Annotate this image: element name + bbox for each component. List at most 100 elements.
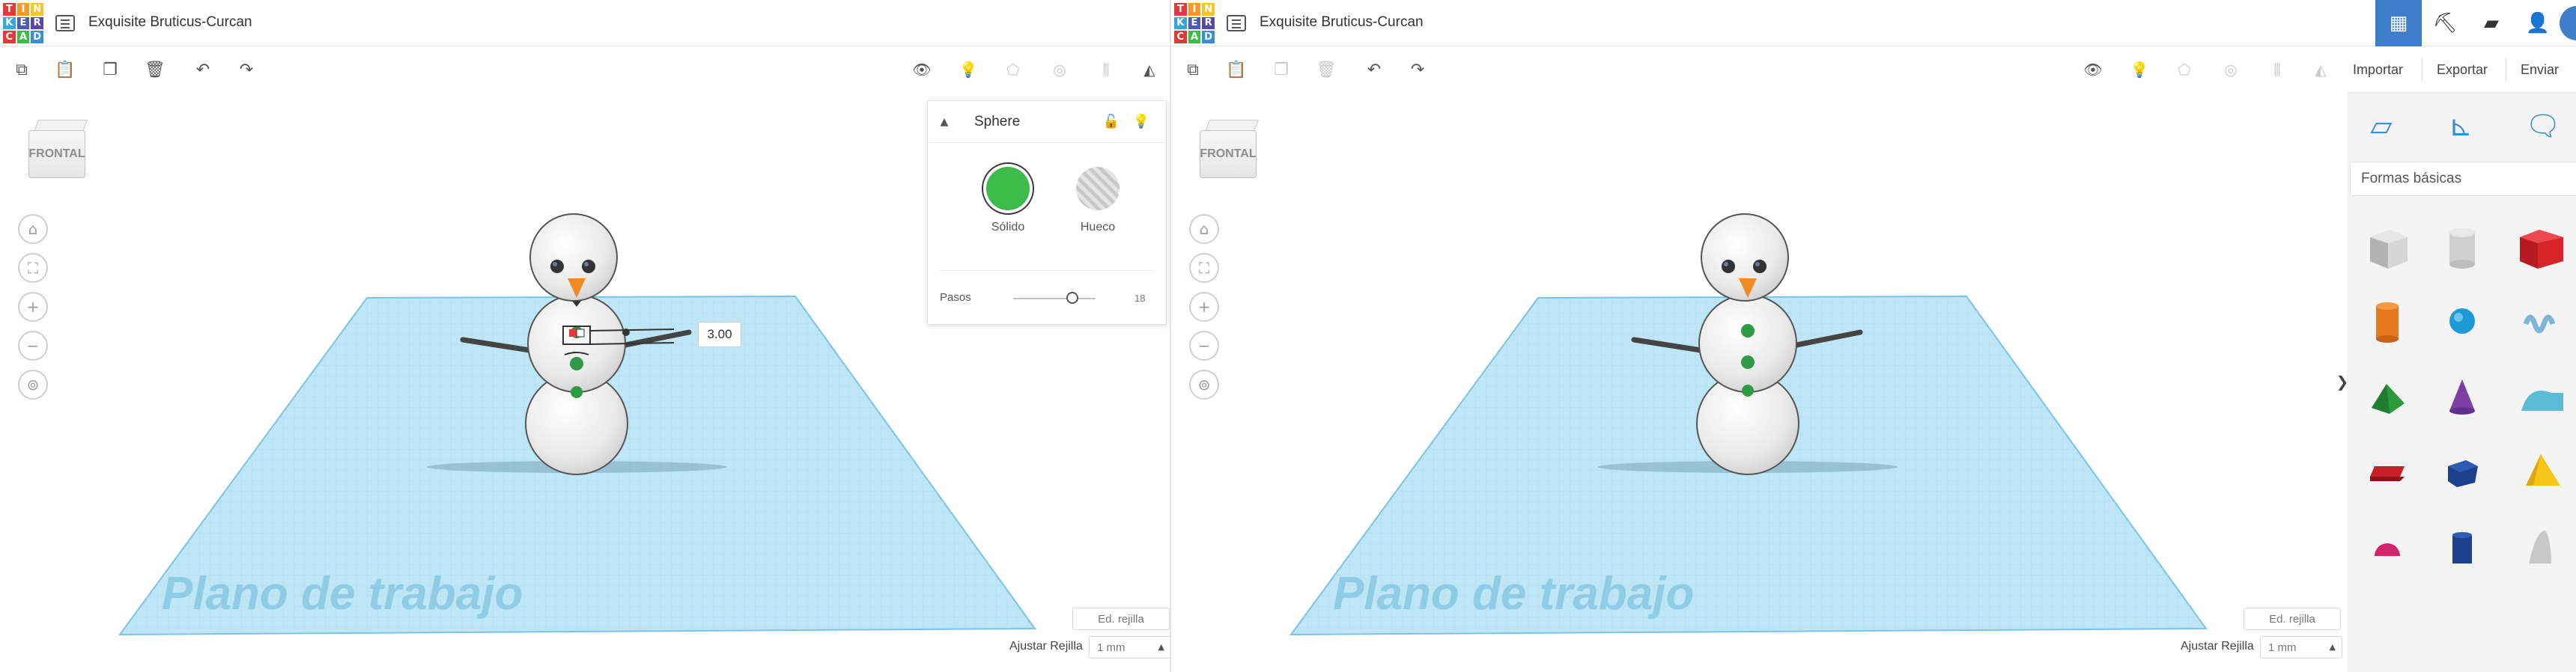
design-list-icon[interactable] bbox=[1227, 15, 1246, 31]
paste-icon[interactable]: 📋 bbox=[1224, 57, 1249, 82]
shape-half-sphere[interactable] bbox=[2350, 507, 2425, 582]
hole-swatch[interactable] bbox=[1076, 167, 1120, 210]
left-eye[interactable] bbox=[550, 260, 564, 273]
shape-round-roof[interactable] bbox=[2500, 358, 2575, 433]
right-eye-highlight bbox=[1755, 262, 1760, 266]
solid-color-swatch[interactable] bbox=[986, 167, 1030, 210]
shape-cylinder[interactable] bbox=[2350, 283, 2425, 358]
duplicate-icon[interactable]: ❐ bbox=[97, 57, 123, 82]
lock-icon[interactable]: 🔓 bbox=[1102, 112, 1121, 131]
import-button[interactable]: Importar bbox=[2353, 57, 2403, 82]
view-cube-front[interactable]: FRONTAL bbox=[28, 130, 85, 178]
collapse-arrow-icon[interactable]: ▲ bbox=[935, 113, 953, 131]
snap-grid-select[interactable]: 1 mm ▲ bbox=[2260, 636, 2342, 659]
shape-library-select[interactable]: Formas básicas bbox=[2350, 162, 2576, 196]
copy-icon[interactable]: ⧉ bbox=[9, 57, 34, 82]
shape-polygon[interactable] bbox=[2425, 433, 2500, 507]
shape-text[interactable] bbox=[2350, 433, 2425, 507]
home-view-icon[interactable]: ⌂ bbox=[18, 214, 48, 244]
fit-view-icon[interactable]: ⛶ bbox=[1189, 253, 1219, 283]
view-cube[interactable]: FRONTAL bbox=[1200, 120, 1260, 189]
user-avatar[interactable] bbox=[2560, 6, 2576, 40]
workplane-scene[interactable]: Plano de trabajo bbox=[1171, 93, 2347, 672]
caret-up-icon: ▲ bbox=[1158, 642, 1164, 652]
logo-letter: D bbox=[31, 31, 43, 43]
workplane-area[interactable]: Plano de trabajo FRONTAL ⌂ ⛶ + − ⊚ Ed. r… bbox=[1171, 93, 2345, 672]
zoom-out-icon[interactable]: − bbox=[18, 331, 48, 361]
shape-roof[interactable] bbox=[2350, 358, 2425, 433]
pickaxe-icon[interactable]: ⛏ bbox=[2422, 0, 2468, 46]
shape-scribble[interactable] bbox=[2500, 283, 2575, 358]
logo-letter: N bbox=[31, 3, 43, 16]
steps-value: 18 bbox=[1134, 293, 1146, 304]
light-bulb-icon[interactable]: 💡 bbox=[2127, 57, 2152, 82]
button-middle[interactable] bbox=[570, 357, 583, 370]
tinkercad-logo[interactable]: T I N K E R C A D bbox=[1174, 3, 1215, 43]
bricks-icon[interactable]: ▰ bbox=[2468, 0, 2515, 46]
redo-icon[interactable]: ↷ bbox=[1405, 57, 1430, 82]
3d-design-grid-icon[interactable]: ▦ bbox=[2375, 0, 2422, 46]
shape-name[interactable]: Sphere bbox=[974, 114, 1020, 130]
perspective-icon[interactable]: ⊚ bbox=[1189, 370, 1219, 400]
tinkercad-logo[interactable]: T I N K E R C A D bbox=[3, 3, 43, 43]
button-bottom[interactable] bbox=[1742, 385, 1754, 397]
steps-slider-knob[interactable] bbox=[1066, 292, 1079, 304]
edit-grid-button[interactable]: Ed. rejilla bbox=[1072, 608, 1170, 630]
left-eye[interactable] bbox=[1722, 260, 1735, 273]
workplane-tool-icon[interactable]: ▱ bbox=[2350, 102, 2413, 150]
snowman-middle-sphere[interactable] bbox=[1698, 294, 1797, 393]
button-middle[interactable] bbox=[1741, 355, 1755, 369]
shape-cone[interactable] bbox=[2425, 358, 2500, 433]
add-user-icon[interactable]: 👤 bbox=[2515, 0, 2561, 46]
right-eye[interactable] bbox=[1753, 260, 1767, 273]
shape-sphere[interactable] bbox=[2425, 283, 2500, 358]
hole-label: Hueco bbox=[1080, 221, 1116, 233]
show-hidden-icon[interactable]: 👁 bbox=[909, 57, 935, 82]
caret-up-icon: ▲ bbox=[2329, 642, 2336, 652]
perspective-icon[interactable]: ⊚ bbox=[18, 370, 48, 400]
ruler-tool-icon[interactable]: ⊾ bbox=[2429, 102, 2492, 150]
right-eye[interactable] bbox=[582, 260, 595, 273]
zoom-out-icon[interactable]: − bbox=[1189, 331, 1219, 361]
fit-view-icon[interactable]: ⛶ bbox=[18, 253, 48, 283]
send-button[interactable]: Enviar bbox=[2521, 57, 2559, 82]
shape-pyramid[interactable] bbox=[2500, 433, 2575, 507]
left-eye-highlight bbox=[1724, 262, 1728, 266]
steps-slider-track[interactable] bbox=[1013, 298, 1096, 299]
redo-icon[interactable]: ↷ bbox=[234, 57, 259, 82]
notes-tool-icon[interactable]: 🗨 bbox=[2512, 102, 2575, 150]
mirror-icon[interactable]: ◭ bbox=[1137, 57, 1162, 82]
show-hidden-icon[interactable]: 👁 bbox=[2080, 57, 2106, 82]
copy-icon[interactable]: ⧉ bbox=[1180, 57, 1206, 82]
shape-box-hole[interactable] bbox=[2350, 208, 2425, 283]
view-cube[interactable]: FRONTAL bbox=[28, 120, 88, 189]
button-bottom[interactable] bbox=[571, 386, 583, 398]
shape-hexagonal-prism[interactable] bbox=[2425, 507, 2500, 582]
export-button[interactable]: Exportar bbox=[2437, 57, 2488, 82]
light-bulb-icon[interactable]: 💡 bbox=[956, 57, 981, 82]
delete-icon[interactable]: 🗑 bbox=[142, 57, 168, 82]
editor-pane-right: T I N K E R C A D Exquisite Bruticus-Cur… bbox=[1170, 0, 2576, 672]
logo-letter: K bbox=[1174, 16, 1187, 30]
shape-box[interactable] bbox=[2500, 208, 2575, 283]
zoom-in-icon[interactable]: + bbox=[18, 292, 48, 322]
file-actions: Importar Exportar Enviar bbox=[2347, 46, 2576, 93]
design-list-icon[interactable] bbox=[55, 15, 75, 31]
shape-paraboloid[interactable] bbox=[2500, 507, 2575, 582]
shape-cylinder-hole[interactable] bbox=[2425, 208, 2500, 283]
inspector-header: ▲ Sphere 🔓 💡 bbox=[928, 101, 1166, 143]
view-cube-front[interactable]: FRONTAL bbox=[1200, 130, 1257, 178]
button-top[interactable] bbox=[1741, 324, 1755, 337]
paste-icon[interactable]: 📋 bbox=[52, 57, 78, 82]
undo-icon[interactable]: ↶ bbox=[1361, 57, 1387, 82]
design-title[interactable]: Exquisite Bruticus-Curcan bbox=[1260, 14, 1424, 31]
undo-icon[interactable]: ↶ bbox=[190, 57, 216, 82]
snap-grid-select[interactable]: 1 mm ▲ bbox=[1089, 636, 1170, 659]
home-view-icon[interactable]: ⌂ bbox=[1189, 214, 1219, 244]
visibility-bulb-icon[interactable]: 💡 bbox=[1131, 112, 1151, 131]
edit-grid-button[interactable]: Ed. rejilla bbox=[2244, 608, 2341, 630]
inspector-divider bbox=[938, 270, 1155, 271]
design-title[interactable]: Exquisite Bruticus-Curcan bbox=[88, 14, 252, 31]
dimension-input[interactable]: 3.00 bbox=[698, 322, 741, 347]
zoom-in-icon[interactable]: + bbox=[1189, 292, 1219, 322]
